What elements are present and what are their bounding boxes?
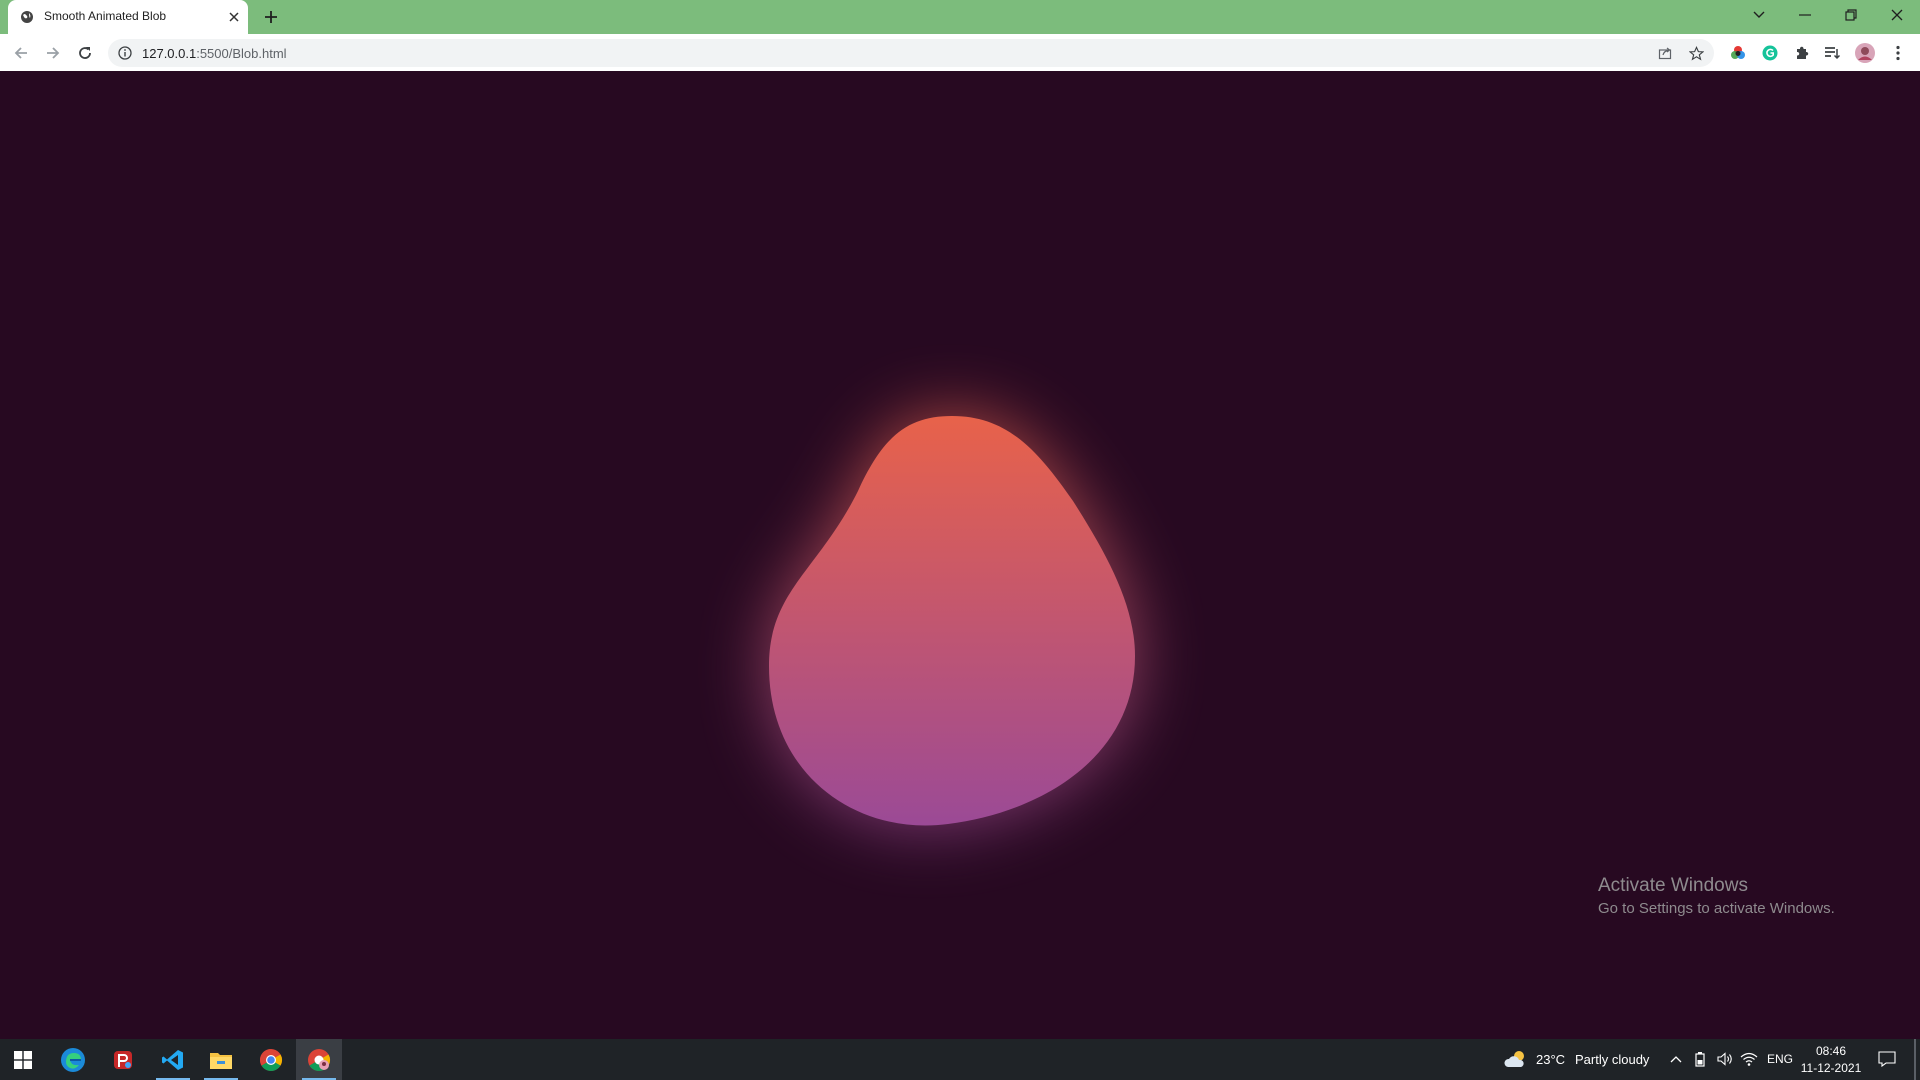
back-arrow-icon [14, 47, 27, 59]
reload-button[interactable] [72, 40, 98, 66]
url-host: 127.0.0.1 [142, 46, 197, 61]
volume-icon [1717, 1052, 1732, 1066]
site-info-button[interactable] [117, 45, 133, 61]
windows-start-icon [14, 1050, 32, 1069]
volume-button[interactable] [1716, 1051, 1734, 1067]
vscode-icon [162, 1049, 183, 1070]
weather-button[interactable] [1504, 1048, 1528, 1070]
browser-menu-button[interactable] [1888, 43, 1908, 63]
back-button[interactable] [8, 40, 34, 66]
tab-close-button[interactable] [224, 7, 244, 27]
forward-arrow-icon [47, 47, 60, 59]
animated-blob [769, 416, 1135, 826]
chrome-profile-icon [308, 1048, 330, 1071]
wifi-icon [1740, 1052, 1758, 1066]
grammarly-button[interactable] [1760, 43, 1780, 63]
reading-list-button[interactable] [1822, 43, 1842, 63]
share-button[interactable] [1657, 45, 1673, 61]
show-desktop-button[interactable] [1914, 1039, 1916, 1080]
star-icon [1688, 45, 1704, 61]
app-icon [114, 1050, 132, 1069]
notification-icon [1878, 1051, 1896, 1067]
file-explorer-icon [210, 1052, 232, 1069]
activate-windows-subtitle: Go to Settings to activate Windows. [1598, 900, 1835, 917]
tab-title: Smooth Animated Blob [44, 9, 167, 23]
reload-icon [79, 47, 91, 59]
edge-icon [61, 1047, 85, 1072]
battery-button[interactable] [1692, 1051, 1708, 1067]
close-icon [229, 12, 239, 22]
url-path: :5500/Blob.html [196, 46, 287, 61]
clock-time: 08:46 [1815, 1044, 1847, 1058]
battery-icon [1695, 1052, 1705, 1067]
chevron-down-icon [1753, 11, 1765, 18]
close-window-button[interactable] [1874, 0, 1920, 30]
weather-temperature[interactable]: 23°C [1536, 1052, 1565, 1067]
kebab-menu-icon [1896, 45, 1900, 61]
taskbar-edge[interactable] [50, 1039, 96, 1080]
taskbar-file-explorer[interactable] [198, 1039, 244, 1080]
forward-button[interactable] [40, 40, 66, 66]
info-icon [118, 46, 132, 60]
url-text[interactable]: 127.0.0.1:5500/Blob.html [142, 46, 287, 61]
activate-windows-title: Activate Windows [1598, 875, 1748, 896]
plus-icon [265, 11, 277, 23]
clock-date: 11-12-2021 [1800, 1061, 1862, 1075]
taskbar-chrome[interactable] [248, 1039, 294, 1080]
profile-button[interactable] [1855, 43, 1875, 63]
browser-tab[interactable]: Smooth Animated Blob [8, 0, 248, 34]
action-center-button[interactable] [1876, 1049, 1898, 1069]
taskbar-vscode[interactable] [150, 1039, 196, 1080]
restore-button[interactable] [1828, 0, 1874, 30]
minimize-icon [1799, 14, 1811, 16]
input-language[interactable]: ENG [1767, 1052, 1793, 1066]
close-icon [1891, 9, 1903, 21]
extensions-button[interactable] [1792, 43, 1812, 63]
tab-search-button[interactable] [1736, 0, 1782, 30]
reading-list-icon [1825, 47, 1840, 60]
address-bar[interactable]: 127.0.0.1:5500/Blob.html [108, 39, 1714, 67]
profile-avatar [1855, 43, 1875, 63]
start-button[interactable] [0, 1039, 46, 1080]
globe-icon [21, 11, 33, 23]
clock[interactable]: 08:46 11-12-2021 [1795, 1043, 1867, 1077]
chevron-up-icon [1670, 1056, 1682, 1063]
taskbar-chrome-profile[interactable] [296, 1039, 342, 1080]
bookmark-button[interactable] [1688, 45, 1704, 61]
tab-strip: Smooth Animated Blob [0, 0, 1920, 34]
partly-cloudy-icon [1504, 1051, 1524, 1067]
puzzle-icon [1797, 46, 1809, 59]
network-button[interactable] [1740, 1051, 1758, 1067]
new-tab-button[interactable] [260, 6, 282, 28]
weather-condition[interactable]: Partly cloudy [1575, 1052, 1649, 1067]
restore-icon [1845, 9, 1857, 21]
color-extension-icon [1731, 46, 1745, 59]
taskbar-app[interactable] [100, 1039, 146, 1080]
grammarly-icon [1762, 45, 1778, 61]
chrome-icon [260, 1048, 282, 1071]
minimize-button[interactable] [1782, 0, 1828, 30]
show-hidden-icons-button[interactable] [1668, 1051, 1684, 1067]
share-icon [1658, 47, 1672, 60]
color-extension-button[interactable] [1728, 43, 1748, 63]
browser-toolbar: 127.0.0.1:5500/Blob.html [0, 34, 1920, 72]
taskbar: 23°C Partly cloudy ENG 08:46 11-12-2021 [0, 1039, 1920, 1080]
